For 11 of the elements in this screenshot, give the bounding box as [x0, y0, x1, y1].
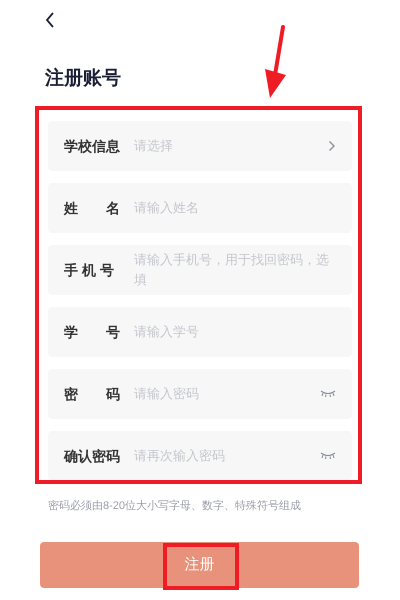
chevron-right-icon: [328, 140, 336, 152]
field-label: 姓 名: [64, 198, 121, 218]
field-label: 学校信息: [64, 136, 121, 156]
password-hint: 密码必须由8-20位大小写字母、数字、特殊符号组成: [47, 498, 302, 514]
field-label: 学 号: [64, 322, 121, 342]
closed-eye-icon[interactable]: [320, 452, 336, 460]
closed-eye-icon[interactable]: [320, 390, 336, 398]
field-label: 密 码: [64, 384, 121, 404]
field-label: 手 机 号: [64, 260, 115, 280]
page-title: 注册账号: [45, 66, 122, 91]
field-label: 确认密码: [64, 446, 121, 466]
